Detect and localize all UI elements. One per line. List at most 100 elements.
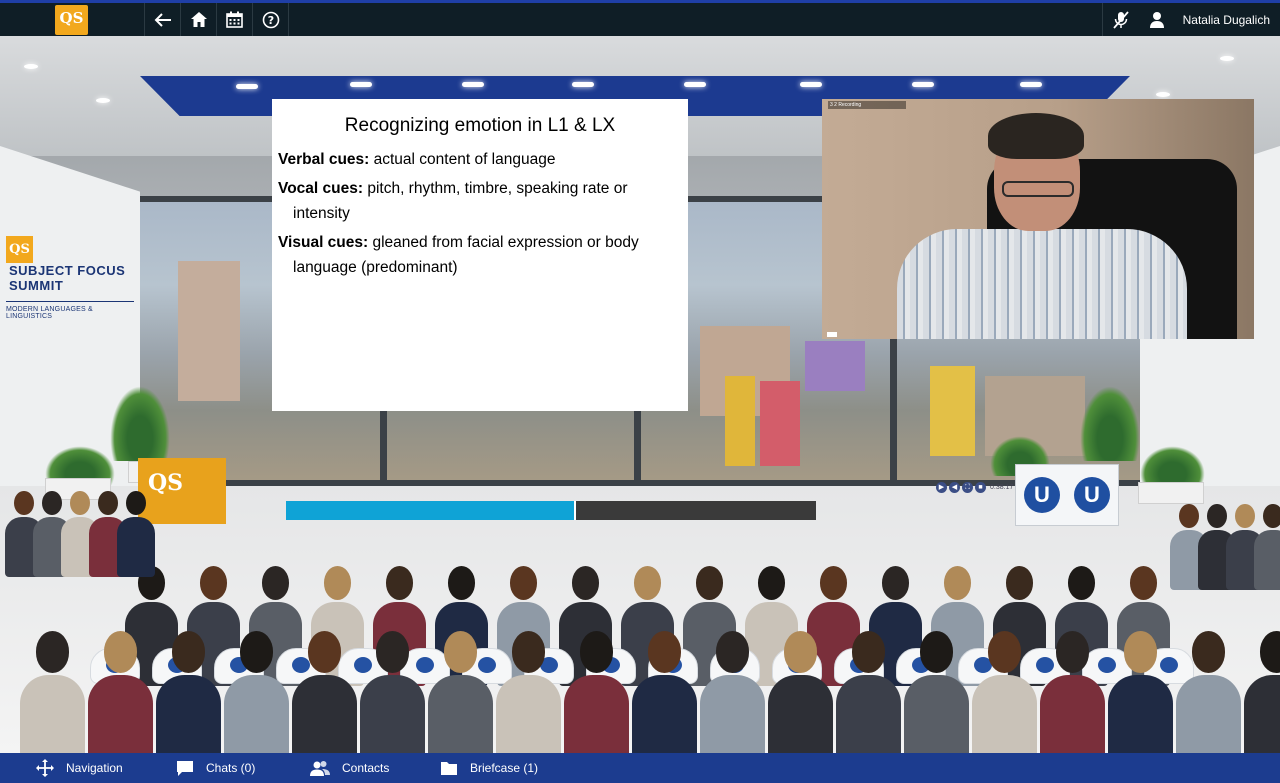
university-globe-icon: U [1074, 477, 1110, 513]
banner-qs-logo: QS [6, 236, 33, 263]
university-booth-box[interactable]: U U [1015, 464, 1119, 526]
audience-avatar [1176, 631, 1241, 753]
svg-text:?: ? [267, 14, 273, 27]
speaker-glasses [1002, 181, 1074, 197]
speaker-video[interactable]: 3 2 Recording [822, 99, 1254, 339]
speaker-shirt [897, 229, 1187, 339]
plant-pot [1138, 482, 1204, 504]
play-button[interactable]: ▶ [936, 482, 947, 493]
bullet-term: Vocal cues: [278, 180, 364, 197]
banner-line2: SUMMIT [9, 278, 64, 293]
progress-bar[interactable] [286, 501, 816, 520]
plant [110, 386, 170, 461]
player-controls: ▶ ◀ ⛶ ■ 0:38:17 [936, 482, 1013, 493]
virtual-auditorium: QS SUBJECT FOCUS SUMMIT MODERN LANGUAGES … [0, 36, 1280, 753]
slide-bullet: Vocal cues: pitch, rhythm, timbre, speak… [278, 176, 682, 226]
top-bar: QS ? Natalia Dugalich [0, 0, 1280, 36]
ceiling-light [800, 82, 822, 87]
mute-toggle[interactable] [1103, 3, 1139, 36]
progress-fill [286, 501, 576, 520]
ceiling-light [24, 64, 38, 69]
chats-label: Chats (0) [206, 761, 256, 775]
ceiling-light [236, 84, 258, 89]
ceiling-light [684, 82, 706, 87]
briefcase-label: Briefcase (1) [470, 761, 539, 775]
audience-avatar [632, 631, 697, 753]
city-building [725, 376, 755, 466]
audience-avatar [117, 491, 155, 577]
ceiling-light [96, 98, 110, 103]
contacts-button[interactable]: Contacts [310, 760, 440, 776]
chat-icon [177, 760, 193, 776]
video-toolbar[interactable]: 3 2 Recording [828, 101, 906, 109]
contacts-label: Contacts [342, 761, 390, 775]
ceiling-light [1220, 56, 1234, 61]
previous-button[interactable]: ◀ [949, 482, 960, 493]
ceiling-light [572, 82, 594, 87]
audience-avatar [904, 631, 969, 753]
recording-label: Recording [838, 102, 862, 108]
audience-avatar [156, 631, 221, 753]
user-tools: Natalia Dugalich [1101, 3, 1280, 36]
back-button[interactable] [145, 3, 181, 36]
banner-title: SUBJECT FOCUS SUMMIT [9, 263, 125, 293]
navigation-button[interactable]: Navigation [36, 759, 176, 777]
audience-avatar [564, 631, 629, 753]
back-arrow-icon [154, 12, 171, 27]
audience-avatar [972, 631, 1037, 753]
top-nav: ? [144, 3, 289, 36]
briefcase-folder-icon [441, 762, 457, 775]
user-button[interactable] [1139, 3, 1175, 36]
slide-bullet: Verbal cues: actual content of language [278, 147, 682, 172]
city-building [805, 341, 865, 391]
city-building [178, 261, 240, 401]
briefcase-button[interactable]: Briefcase (1) [440, 760, 580, 776]
audience-avatar [428, 631, 493, 753]
slide-title: Recognizing emotion in L1 & LX [344, 115, 616, 136]
user-name[interactable]: Natalia Dugalich [1175, 13, 1280, 27]
slide-bullet: Visual cues: gleaned from facial express… [278, 230, 682, 280]
audience-avatar [496, 631, 561, 753]
contacts-icon [310, 761, 330, 776]
move-arrows-icon [36, 759, 54, 777]
home-button[interactable] [181, 3, 217, 36]
qs-logo[interactable]: QS [55, 5, 88, 35]
bullet-text: actual content of language [369, 151, 556, 168]
audience-avatar [292, 631, 357, 753]
audience-avatar [1040, 631, 1105, 753]
summit-banner: QS SUBJECT FOCUS SUMMIT MODERN LANGUAGES … [6, 236, 134, 320]
ceiling-light [1020, 82, 1042, 87]
bullet-term: Verbal cues: [278, 151, 370, 168]
audience-avatar [1254, 504, 1280, 590]
audience-avatar [768, 631, 833, 753]
fullscreen-button[interactable]: ⛶ [962, 482, 973, 493]
navigation-label: Navigation [66, 761, 123, 775]
help-icon: ? [262, 11, 279, 28]
ceiling-light [912, 82, 934, 87]
bullet-term: Visual cues: [278, 234, 369, 251]
playback-time: 0:38:17 [990, 484, 1014, 491]
calendar-button[interactable] [217, 3, 253, 36]
banner-line1: SUBJECT FOCUS [9, 263, 126, 278]
chats-button[interactable]: Chats (0) [176, 760, 310, 777]
city-building [760, 381, 800, 466]
university-globe-icon: U [1024, 477, 1060, 513]
signal-strength-icon [827, 331, 837, 337]
audience-avatar [1244, 631, 1280, 753]
audience-avatar [20, 631, 85, 753]
plant [1080, 386, 1140, 461]
camera-count: 3 [830, 102, 833, 108]
user-icon [1149, 12, 1164, 28]
audience-avatar [836, 631, 901, 753]
audience-avatar [700, 631, 765, 753]
audience-avatar [88, 631, 153, 753]
audience-avatar [224, 631, 289, 753]
presentation-slide[interactable]: Recognizing emotion in L1 & LX Verbal cu… [272, 99, 688, 411]
ceiling-light [1156, 92, 1170, 97]
home-icon [190, 12, 207, 27]
city-building [930, 366, 975, 456]
help-button[interactable]: ? [253, 3, 289, 36]
muted-microphone-icon [1112, 10, 1129, 29]
stop-button[interactable]: ■ [975, 482, 986, 493]
calendar-icon [226, 11, 243, 28]
